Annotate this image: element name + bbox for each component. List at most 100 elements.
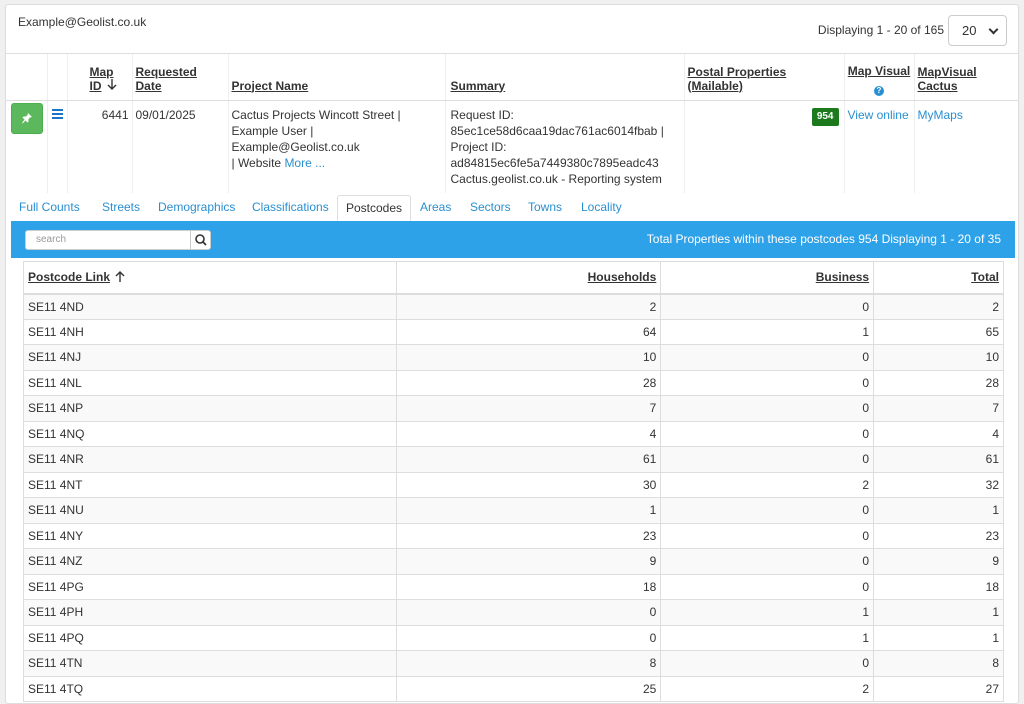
header-total[interactable]: Total [873,261,1004,295]
requests-table: Map ID Requested Date Project Name Summa… [6,54,1018,193]
households-cell: 9 [395,548,662,575]
total-cell: 8 [873,650,1004,677]
business-cell: 0 [660,369,875,396]
postcode-cell[interactable]: SE11 4NZ [23,548,397,575]
business-cell: 0 [660,420,875,447]
postcode-cell[interactable]: SE11 4PH [23,599,397,626]
households-cell: 1 [395,497,662,524]
households-cell: 18 [395,573,662,600]
table-row: SE11 4NU 1 0 1 [23,497,1004,524]
total-cell: 1 [873,624,1004,651]
postcodes-header-row: Postcode Link Households Business Total [23,261,1004,295]
postal-properties-badge: 954 [811,107,839,126]
business-cell: 0 [660,497,875,524]
pin-icon [22,113,32,124]
header-project-name[interactable]: Project Name [227,54,445,101]
page-size-select[interactable]: 20 [948,15,1007,46]
header-map-visual[interactable]: Map Visual ? [843,54,914,101]
requests-header-row: Map ID Requested Date Project Name Summa… [6,54,1018,101]
postcode-cell[interactable]: SE11 4NU [23,497,397,524]
header-postcode-link[interactable]: Postcode Link [23,261,397,295]
tab-postcodes[interactable]: Postcodes [337,195,412,221]
postcodes-toolbar: search Total Properties within these pos… [11,221,1015,258]
tab-demographics[interactable]: Demographics [150,195,243,221]
table-row: SE11 4PG 18 0 18 [23,573,1004,600]
business-cell: 2 [660,675,875,702]
list-icon[interactable] [51,108,63,121]
mymaps-link[interactable]: MyMaps [918,108,963,122]
header-business[interactable]: Business [660,261,875,295]
tab-streets[interactable]: Streets [94,195,148,221]
tab-classifications[interactable]: Classifications [244,195,337,221]
search-icon [195,234,207,246]
header-summary[interactable]: Summary [444,54,684,101]
header-requested-date[interactable]: Requested Date [131,54,228,101]
business-cell: 0 [660,344,875,371]
business-cell: 0 [660,446,875,473]
postcode-cell[interactable]: SE11 4PQ [23,624,397,651]
business-cell: 0 [660,573,875,600]
header-action [6,54,47,101]
help-icon[interactable]: ? [874,85,884,96]
households-cell: 23 [395,522,662,549]
header-postal-properties[interactable]: Postal Properties (Mailable) [683,54,844,101]
more-link[interactable]: More ... [284,156,325,170]
postcode-cell[interactable]: SE11 4NT [23,471,397,498]
total-cell: 1 [873,599,1004,626]
households-cell: 28 [395,369,662,396]
total-cell: 28 [873,369,1004,396]
view-online-link[interactable]: View online [848,108,909,122]
postcode-cell[interactable]: SE11 4NJ [23,344,397,371]
requested-date-cell: 09/01/2025 [131,100,228,193]
project-name-cell: Cactus Projects Wincott Street | Example… [227,100,445,193]
tab-sectors[interactable]: Sectors [462,195,519,221]
postcode-cell[interactable]: SE11 4TQ [23,675,397,702]
request-row: 6441 09/01/2025 Cactus Projects Wincott … [6,100,1018,193]
report-tabs: Full Counts Streets Demographics Classif… [11,195,1018,221]
pin-button[interactable] [11,102,43,134]
table-row: SE11 4PH 0 1 1 [23,599,1004,626]
map-id-cell: 6441 [66,100,132,193]
header-map-id[interactable]: Map ID [66,54,132,101]
table-row: SE11 4ND 2 0 2 [23,293,1004,320]
postcode-cell[interactable]: SE11 4PG [23,573,397,600]
business-cell: 0 [660,548,875,575]
page-size-value: 20 [962,23,977,38]
postcode-cell[interactable]: SE11 4NQ [23,420,397,447]
business-cell: 0 [660,522,875,549]
table-row: SE11 4TQ 25 2 27 [23,675,1004,702]
business-cell: 1 [660,599,875,626]
search-button[interactable] [190,231,210,249]
households-cell: 7 [395,395,662,422]
table-row: SE11 4NH 64 1 65 [23,318,1004,345]
business-cell: 0 [660,293,875,320]
header-households[interactable]: Households [395,261,662,295]
table-row: SE11 4NJ 10 0 10 [23,344,1004,371]
postcode-cell[interactable]: SE11 4NL [23,369,397,396]
tab-areas[interactable]: Areas [412,195,459,221]
postcode-cell[interactable]: SE11 4NR [23,446,397,473]
postcode-cell[interactable]: SE11 4NY [23,522,397,549]
postcode-cell[interactable]: SE11 4TN [23,650,397,677]
total-cell: 1 [873,497,1004,524]
table-row: SE11 4NQ 4 0 4 [23,420,1004,447]
tab-locality[interactable]: Locality [573,195,630,221]
postcode-cell[interactable]: SE11 4NH [23,318,397,345]
postcode-cell[interactable]: SE11 4ND [23,293,397,320]
table-row: SE11 4NP 7 0 7 [23,395,1004,422]
header-map-visual-cactus[interactable]: MapVisual Cactus [913,54,1018,101]
postcodes-summary: Total Properties within these postcodes … [646,232,1001,246]
total-cell: 10 [873,344,1004,371]
arrow-down-icon [107,78,117,90]
search-input[interactable]: search [25,230,211,250]
total-cell: 27 [873,675,1004,702]
user-email: Example@Geolist.co.uk [18,15,147,29]
tab-towns[interactable]: Towns [520,195,570,221]
total-cell: 4 [873,420,1004,447]
tab-full-counts[interactable]: Full Counts [11,195,88,221]
households-cell: 30 [395,471,662,498]
postcode-cell[interactable]: SE11 4NP [23,395,397,422]
table-row: SE11 4NZ 9 0 9 [23,548,1004,575]
total-cell: 9 [873,548,1004,575]
households-cell: 0 [395,599,662,626]
